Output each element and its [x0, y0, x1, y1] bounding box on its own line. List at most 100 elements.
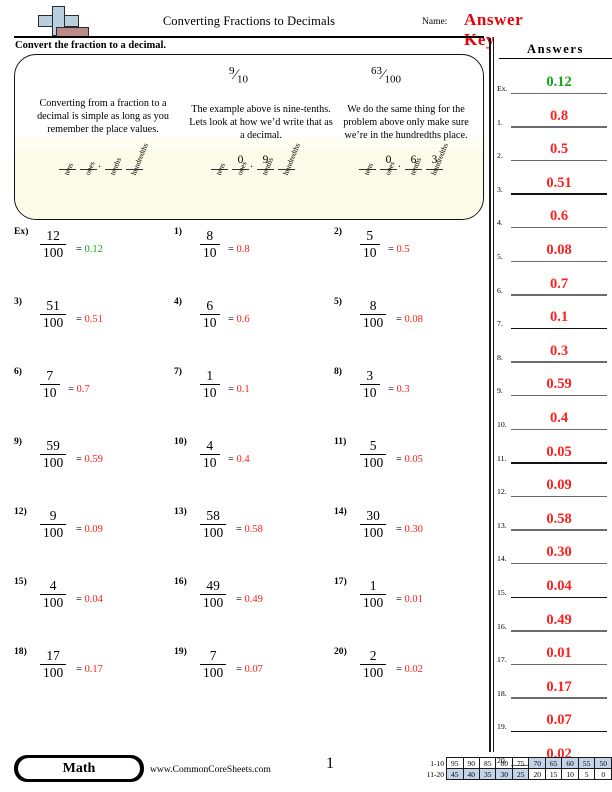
instruction-text: Convert the fraction to a decimal. [15, 40, 167, 51]
answer-blank-line[interactable] [511, 495, 607, 498]
scale-cell: 90 [462, 757, 481, 769]
answer-blank-line[interactable] [511, 159, 607, 162]
scale-row-1: 1-10 95 90 85 80 75 70 65 60 55 50 [419, 757, 612, 769]
equals-sign: = [396, 664, 402, 675]
answer-row: 13. 0.58 [497, 499, 609, 531]
place-label-hundredths: hundredths [281, 141, 302, 177]
answer-row-value: 0.49 [546, 611, 572, 628]
answer-blank-line[interactable] [511, 563, 607, 565]
answer-row-number: 13. [497, 520, 507, 530]
answer-value: 0.51 [84, 314, 103, 325]
numerator: 17 [46, 648, 60, 663]
problem-label: 20) [334, 646, 347, 657]
answer-blank-line[interactable] [511, 596, 607, 598]
answer-blank-line[interactable] [511, 395, 607, 397]
answer-blank-line[interactable] [511, 663, 607, 666]
answer-row: 6. 0.7 [497, 264, 609, 296]
denominator: 100 [363, 595, 384, 611]
answer-row-value: 0.59 [546, 376, 572, 393]
answer-row-number: 14. [497, 554, 507, 564]
equals-sign: = [396, 314, 402, 325]
answer-blank-line[interactable] [511, 294, 607, 296]
place-label-tens: tens [62, 161, 75, 177]
answer-blank-line[interactable] [511, 428, 607, 430]
scale-row-2-label: 11-20 [426, 769, 445, 779]
answer-row-number: 10. [497, 420, 507, 429]
fraction: 3 10 [360, 368, 380, 400]
answer-blank-line[interactable] [511, 126, 607, 128]
equals-sign: = [228, 244, 234, 255]
numerator: 4 [49, 578, 57, 593]
scale-cell: 5 [577, 768, 596, 780]
answer-row: 9. 0.59 [497, 364, 609, 397]
denominator: 100 [363, 315, 384, 331]
answers-divider-2 [493, 38, 495, 752]
equals-sign: = [228, 384, 234, 395]
problem-label: 9) [14, 436, 22, 447]
equals-sign: = [76, 524, 82, 535]
problem-label: 2) [334, 226, 342, 237]
answer-row-number: 16. [497, 621, 507, 631]
problem-label: 8) [334, 366, 342, 377]
answer-row: 15. 0.04 [497, 566, 609, 598]
problem-label: 5) [334, 296, 342, 307]
equals-sign: = [388, 384, 394, 395]
numerator: 1 [206, 368, 214, 383]
answer-blank-line[interactable] [511, 529, 607, 531]
fraction: 58 100 [200, 508, 227, 541]
fraction: 12 100 [40, 228, 67, 260]
answer-row-value: 0.08 [546, 242, 572, 258]
fraction: 9 100 [40, 508, 67, 540]
answer-value: 0.01 [404, 594, 423, 605]
answer-expression: = 0.02 [396, 664, 423, 675]
answer-value: 0.1 [236, 384, 250, 395]
numerator: 7 [209, 648, 217, 663]
scale-cell: 15 [544, 768, 563, 780]
answer-value: 0.05 [404, 454, 423, 465]
numerator: 5 [366, 228, 374, 243]
answer-row: 17. 0.01 [497, 633, 609, 666]
answer-blank-line[interactable] [511, 697, 607, 699]
answer-blank-line[interactable] [511, 462, 607, 464]
fraction: 1 10 [200, 368, 220, 400]
fraction: 8 10 [200, 228, 220, 260]
equals-sign: = [388, 244, 394, 255]
answer-blank-line[interactable] [511, 630, 607, 632]
problem-label: 16) [174, 576, 187, 587]
answer-blank-line[interactable] [511, 361, 607, 363]
equals-sign: = [228, 314, 234, 325]
problem-label: 7) [174, 366, 182, 377]
denominator: 100 [203, 525, 224, 541]
answer-row-value: 0.5 [549, 141, 569, 158]
problem-label: 1) [174, 226, 182, 237]
problems-grid: Ex) 12 100 = 0.12 1) 8 10 = 0.8 2) 5 10 = 0.5 3) 51 10… [14, 226, 484, 746]
answer-row-number: 5. [497, 252, 503, 261]
answer-row: Ex. 0.12 [497, 62, 609, 94]
denominator: 10 [43, 385, 57, 401]
answer-row-value: 0.05 [546, 443, 572, 460]
problem-label: 18) [14, 646, 27, 657]
answer-row-value: 0.04 [546, 578, 572, 594]
answer-blank-line[interactable] [511, 260, 607, 262]
fraction: 4 100 [40, 578, 67, 611]
answer-row-value: 0.07 [546, 712, 572, 729]
equals-sign: = [76, 244, 82, 255]
equals-sign: = [76, 454, 82, 465]
answer-blank-line[interactable] [511, 227, 607, 229]
answer-row-value: 0.58 [546, 510, 572, 527]
answer-blank-line[interactable] [511, 193, 607, 195]
numerator: 49 [206, 578, 220, 593]
fraction: 7 10 [40, 368, 60, 400]
answers-title: Answers [499, 42, 612, 59]
place-label-tens: tens [214, 161, 227, 177]
denominator: 100 [43, 595, 64, 611]
answer-value: 0.02 [404, 664, 423, 675]
problem-label: 14) [334, 506, 347, 517]
answer-blank-line[interactable] [511, 327, 607, 330]
answer-value: 0.08 [404, 314, 423, 325]
denominator: 100 [203, 665, 224, 681]
problem-label: 15) [14, 576, 27, 587]
answer-blank-line[interactable] [511, 92, 607, 94]
answer-blank-line[interactable] [511, 731, 607, 733]
answer-row-number: 15. [497, 588, 507, 597]
